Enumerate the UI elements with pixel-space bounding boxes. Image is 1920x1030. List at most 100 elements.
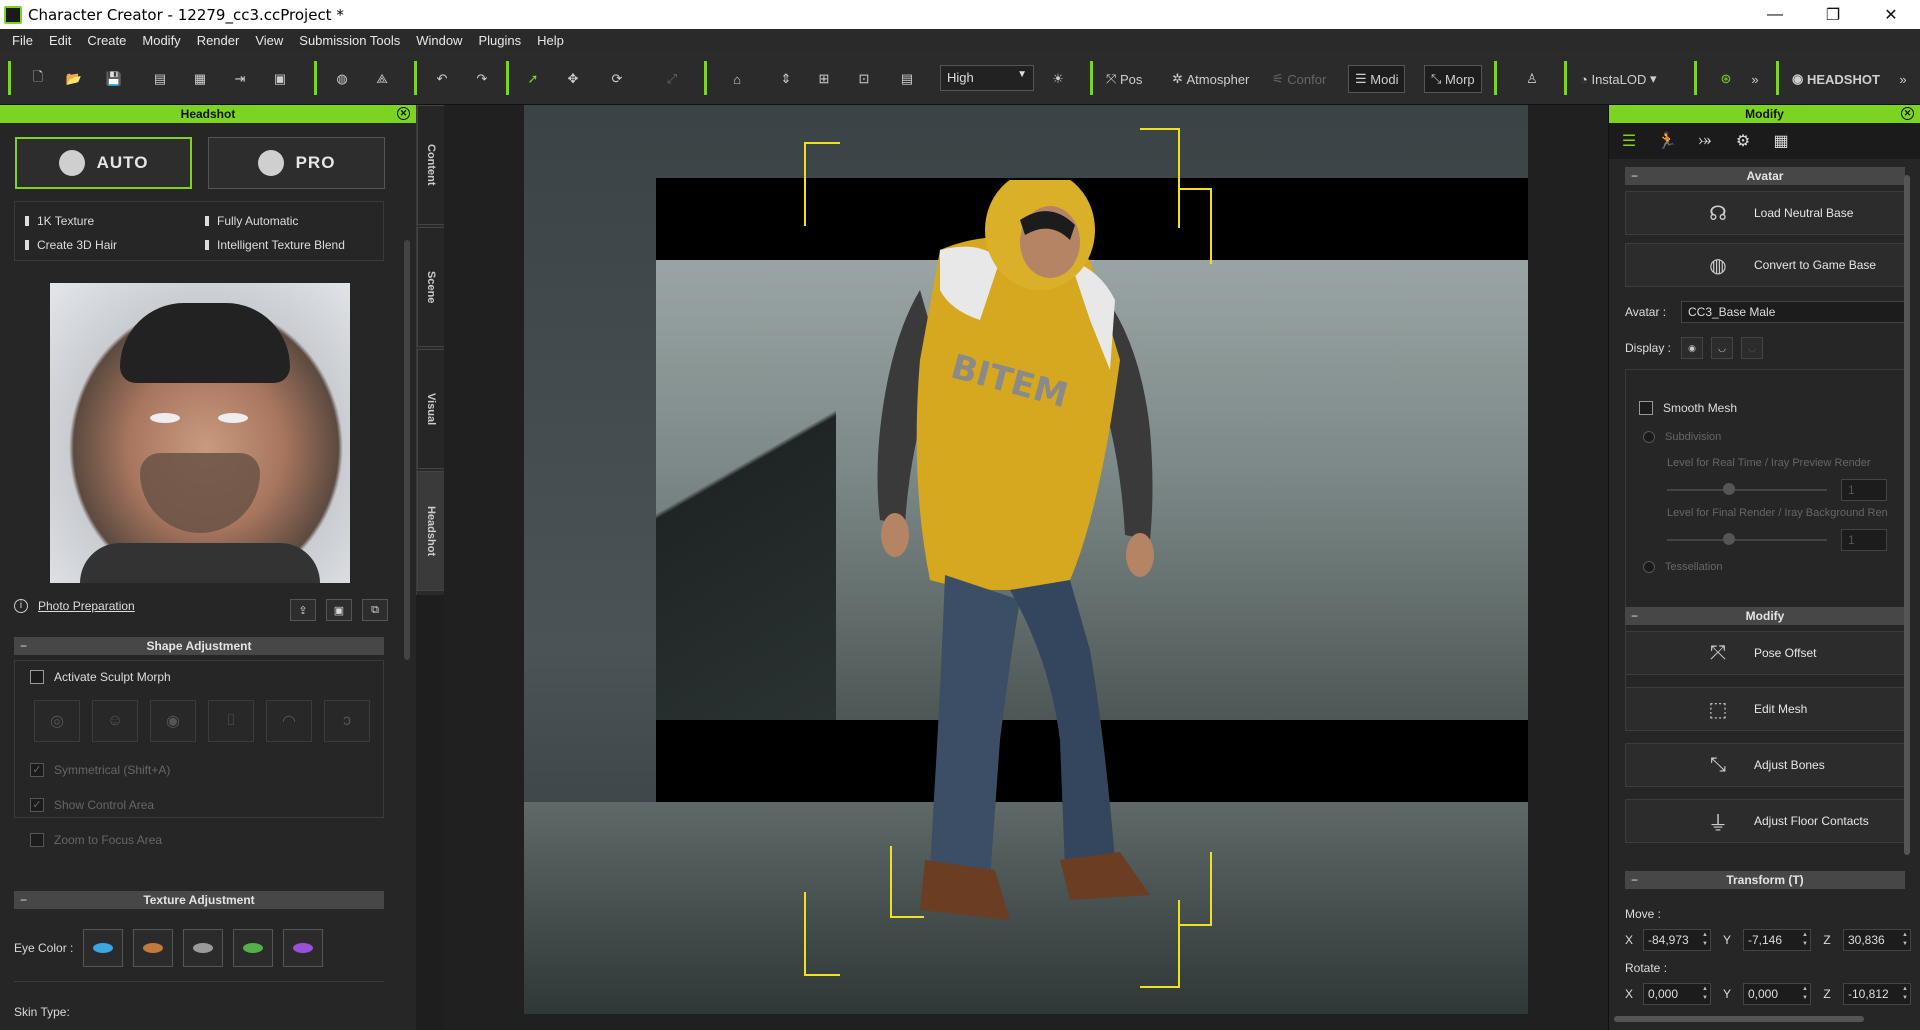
rotate-x-field[interactable]: 0,000 (1643, 983, 1711, 1005)
light-icon[interactable]: ☀ (1046, 65, 1070, 93)
level-realtime-slider[interactable] (1667, 489, 1827, 491)
save-photo-icon[interactable]: ▣ (326, 599, 352, 621)
render-icon[interactable]: ▣ (268, 65, 292, 93)
adjust-bones-button[interactable]: ⤡ Adjust Bones (1625, 743, 1905, 787)
slider-handle[interactable] (1723, 533, 1735, 545)
home-icon[interactable]: ⌂ (720, 65, 754, 93)
move-z-field[interactable]: 30,836 (1843, 929, 1911, 951)
smooth-mesh-checkbox[interactable]: Smooth Mesh (1639, 401, 1737, 415)
move-x-field[interactable]: -84,973 (1643, 929, 1711, 951)
close-panel-icon[interactable]: ✕ (1901, 107, 1914, 120)
symmetrical-checkbox[interactable]: ✓ Symmetrical (Shift+A) (30, 763, 170, 777)
eye-color-brown[interactable] (133, 929, 174, 967)
display-hidden-icon[interactable]: ◡ (1741, 337, 1763, 359)
menu-create[interactable]: Create (79, 33, 134, 48)
eye-color-green[interactable] (233, 929, 274, 967)
convert-to-game-base-button[interactable]: ◍ Convert to Game Base (1625, 243, 1905, 287)
tab-scene[interactable]: Scene (417, 227, 445, 347)
ear-area-icon[interactable]: ↄ (324, 700, 370, 742)
menu-plugins[interactable]: Plugins (470, 33, 529, 48)
adjust-floor-contacts-button[interactable]: ⏚ Adjust Floor Contacts (1625, 799, 1905, 843)
rotate-icon[interactable]: ⟳ (600, 65, 634, 93)
motion-tab-icon[interactable]: 🏃 (1653, 127, 1681, 155)
avatar-name-field[interactable]: CC3_Base Male (1681, 301, 1905, 323)
edit-mesh-button[interactable]: ⬚ Edit Mesh (1625, 687, 1905, 731)
layers-icon[interactable]: ▤ (890, 65, 924, 93)
fit-all-icon[interactable]: ⊞ (812, 65, 836, 93)
crop-photo-icon[interactable]: ⧉ (362, 599, 388, 621)
rotate-z-field[interactable]: -10,812 (1843, 983, 1911, 1005)
conform-button[interactable]: ⚟ Confor (1272, 65, 1326, 93)
character-icon[interactable]: ◍ (330, 65, 354, 93)
menu-window[interactable]: Window (408, 33, 470, 48)
shape-adjustment-header[interactable]: − Shape Adjustment (14, 637, 384, 655)
skeleton-tab-icon[interactable]: ⤖ (1691, 127, 1719, 155)
export-icon[interactable]: ▦ (188, 65, 212, 93)
pose-offset-button[interactable]: ⤧ Pose Offset (1625, 631, 1905, 675)
right-panel-hscrollbar[interactable] (1614, 1016, 1864, 1022)
head-area-icon[interactable]: ◎ (34, 700, 80, 742)
menu-render[interactable]: Render (189, 33, 248, 48)
close-panel-icon[interactable]: ✕ (397, 107, 410, 120)
undo-icon[interactable]: ↶ (430, 65, 454, 93)
tessellation-radio[interactable]: Tessellation (1643, 561, 1722, 573)
quality-select[interactable]: High ▼ (940, 65, 1034, 91)
nose-area-icon[interactable]: ⌷ (208, 700, 254, 742)
zoom-focus-area-checkbox[interactable]: Zoom to Focus Area (30, 833, 162, 847)
select-arrow-icon[interactable]: ➚ (518, 65, 548, 93)
minimize-button[interactable]: — (1746, 0, 1804, 29)
morph-toggle[interactable]: ⤡ Morp (1424, 65, 1482, 93)
figure-icon[interactable]: ♙ (1520, 65, 1544, 93)
material-tab-icon[interactable]: ⚙ (1729, 127, 1757, 155)
atmosphere-button[interactable]: ✲ Atmospher (1172, 65, 1249, 93)
menu-file[interactable]: File (4, 33, 41, 48)
face-area-icon[interactable]: ☺ (92, 700, 138, 742)
tab-visual[interactable]: Visual (417, 349, 445, 469)
photo-preparation-link[interactable]: i Photo Preparation (14, 599, 135, 613)
pose-icon[interactable]: ⟁ (370, 65, 394, 93)
maximize-button[interactable]: ❐ (1804, 0, 1862, 29)
level-realtime-field[interactable]: 1 (1841, 479, 1887, 501)
redo-icon[interactable]: ↷ (470, 65, 494, 93)
auto-mode-button[interactable]: AUTO (15, 137, 192, 189)
camera-icon[interactable]: ⊡ (852, 65, 876, 93)
move-icon[interactable]: ✥ (556, 65, 590, 93)
load-neutral-base-button[interactable]: ☊ Load Neutral Base (1625, 191, 1905, 235)
tab-content[interactable]: Content (417, 105, 445, 225)
import-icon[interactable]: ▤ (148, 65, 172, 93)
load-photo-icon[interactable]: ⇪ (290, 599, 316, 621)
modify-section-header[interactable]: − Modify (1625, 607, 1905, 625)
open-folder-icon[interactable]: 📂 (62, 65, 86, 93)
show-control-area-checkbox[interactable]: ✓ Show Control Area (30, 798, 154, 812)
modify-toggle[interactable]: ☰ Modi (1348, 65, 1406, 93)
toolbar-more-button[interactable]: » (1746, 65, 1764, 93)
slider-handle[interactable] (1723, 483, 1735, 495)
activate-sculpt-morph-checkbox[interactable]: Activate Sculpt Morph (30, 670, 171, 684)
instalod-button[interactable]: ◔ InstaLOD ▾ (1580, 65, 1657, 93)
display-eye-icon[interactable]: ◉ (1681, 337, 1703, 359)
menu-edit[interactable]: Edit (41, 33, 79, 48)
menu-view[interactable]: View (247, 33, 291, 48)
rotate-y-field[interactable]: 0,000 (1743, 983, 1811, 1005)
pos-button[interactable]: ⤧ Pos (1106, 65, 1142, 93)
display-mesh-icon[interactable]: ◡ (1711, 337, 1733, 359)
texture-adjustment-header[interactable]: − Texture Adjustment (14, 891, 384, 909)
eye-color-blue[interactable] (83, 929, 124, 967)
subdivision-radio[interactable]: Subdivision (1643, 431, 1721, 443)
scale-icon[interactable]: ⤢ (660, 65, 684, 93)
save-icon[interactable]: 💾 (102, 65, 126, 93)
move-y-field[interactable]: -7,146 (1743, 929, 1811, 951)
tab-headshot[interactable]: Headshot (417, 471, 445, 591)
toolbar-more-right-button[interactable]: » (1894, 65, 1912, 93)
transform-section-header[interactable]: − Transform (T) (1625, 871, 1905, 889)
eye-color-purple[interactable] (283, 929, 324, 967)
right-panel-scrollbar[interactable] (1904, 175, 1910, 855)
sliders-tab-icon[interactable]: ☰ (1615, 127, 1643, 155)
headshot-plugin-button[interactable]: ◉ HEADSHOT (1792, 65, 1880, 93)
character-model[interactable]: BITEM (850, 180, 1190, 970)
level-final-field[interactable]: 1 (1841, 529, 1887, 551)
menu-modify[interactable]: Modify (134, 33, 188, 48)
fit-vertical-icon[interactable]: ⇕ (774, 65, 798, 93)
mouth-area-icon[interactable]: ◠ (266, 700, 312, 742)
level-final-slider[interactable] (1667, 539, 1827, 541)
